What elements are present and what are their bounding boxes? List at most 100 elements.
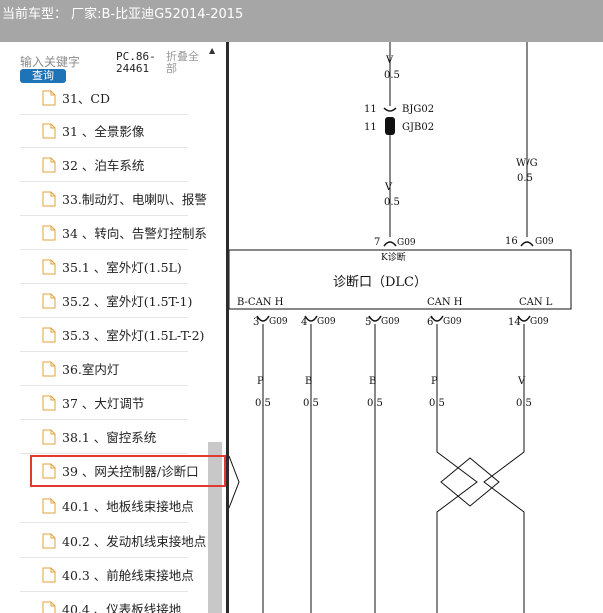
tree-item-label: 39 、网关控制器/诊断口: [62, 464, 199, 479]
wire-gauge: 0.5: [367, 398, 383, 409]
document-icon: [42, 567, 56, 582]
tree-item[interactable]: 38.1 、窗控系统: [20, 420, 188, 454]
pin7-conn: G09: [397, 238, 416, 248]
document-icon: [42, 429, 56, 444]
wire-color: V: [517, 376, 526, 387]
pin-conn: G09: [269, 317, 288, 327]
wire-gauge: 0.5: [429, 398, 445, 409]
wire-color: B: [305, 376, 312, 387]
document-icon: [42, 498, 56, 513]
search-row: 查询 PC.86-24461 折叠全部: [0, 42, 226, 86]
wire-twist-icon: [440, 457, 500, 507]
title-bar: 当前车型： 厂家:B-比亚迪G52014-2015: [0, 0, 603, 42]
wire-mid-left-gauge: 0.5: [384, 197, 400, 208]
wire-cross-can-h: [436, 436, 478, 613]
wire-gauge: 0.5: [255, 398, 271, 409]
sidebar: 查询 PC.86-24461 折叠全部 ▲ 31、CD 31 、全景影像 32 、泊…: [0, 42, 226, 613]
tree-item[interactable]: 39 、网关控制器/诊断口: [30, 455, 226, 487]
tree-item[interactable]: 40.4 、仪表板线接地: [20, 592, 188, 613]
connector-pin-2: 11: [364, 122, 377, 133]
tree-item-label: 31、CD: [62, 91, 110, 106]
tree-item[interactable]: 35.1 、室外灯(1.5L): [20, 250, 188, 284]
wire-color: B: [369, 376, 376, 387]
bcan-h-label: B-CAN H: [237, 297, 284, 308]
tree-item[interactable]: 40.1 、地板线束接地点: [20, 489, 194, 523]
tree-item[interactable]: 31、CD: [20, 81, 188, 115]
tree-item-label: 37 、大灯调节: [62, 396, 145, 411]
wire-mid-right-color: W/G: [516, 158, 538, 169]
tree-item-label: 40.4 、仪表板线接地: [62, 602, 182, 613]
pin-number: 14: [508, 317, 521, 328]
pin-conn: G09: [443, 317, 462, 327]
tree-item-label: 34 、转向、告警灯控制系: [62, 226, 207, 241]
connector-male-icon: [385, 117, 395, 135]
tree-item-label: 33.制动灯、电喇叭、报警: [62, 192, 207, 207]
document-icon: [42, 327, 56, 342]
tree-item[interactable]: 35.2 、室外灯(1.5T-1): [20, 284, 192, 318]
document-icon: [42, 533, 56, 548]
tree-item-label: 38.1 、窗控系统: [62, 430, 157, 445]
collapse-all-link[interactable]: 折叠全部: [166, 51, 206, 75]
tree-item[interactable]: 33.制动灯、电喇叭、报警: [20, 182, 207, 216]
tree-item-label: 40.2 、发动机线束接地点: [62, 534, 207, 549]
dlc-small-label: K诊断: [381, 251, 406, 263]
tree-item[interactable]: 40.2 、发动机线束接地点: [20, 524, 206, 558]
document-icon: [42, 90, 56, 105]
pin16-number: 16: [505, 236, 518, 247]
tree-item[interactable]: 37 、大灯调节: [20, 386, 188, 420]
tree-item-label: 32 、泊车系统: [62, 158, 145, 173]
tree-item[interactable]: 32 、泊车系统: [20, 148, 188, 182]
wire-cross-can-l: [483, 436, 525, 613]
tree-item[interactable]: 34 、转向、告警灯控制系: [20, 216, 207, 250]
tree-item-label: 35.3 、室外灯(1.5L-T-2): [62, 328, 205, 343]
wire-top-color: V: [385, 55, 394, 66]
pin-conn: G09: [381, 317, 400, 327]
tree-item[interactable]: 35.3 、室外灯(1.5L-T-2): [20, 318, 204, 352]
wire-color: P: [257, 376, 264, 387]
connector-name-1: BJG02: [402, 104, 434, 115]
connector-pin: 11: [364, 104, 377, 115]
pin-conn: G09: [317, 317, 336, 327]
pc-code: PC.86-24461: [116, 50, 156, 75]
tree-item-label: 40.3 、前舱线束接地点: [62, 568, 194, 583]
document-icon: [42, 123, 56, 138]
document-icon: [42, 293, 56, 308]
wiring-diagram: V 0.5 11 11 BJG02 GJB02 V 0.5 W/G 0.5 7 …: [229, 42, 603, 613]
tree-item[interactable]: 36.室内灯: [20, 352, 188, 386]
tree-item-label: 31 、全景影像: [62, 124, 145, 139]
document-icon: [42, 191, 56, 206]
wire-mid-right-gauge: 0.5: [517, 173, 533, 184]
connector-female-icon: [383, 107, 397, 112]
pin16-conn: G09: [535, 237, 554, 247]
pin16-socket-icon: [520, 241, 534, 247]
tree-item[interactable]: 40.3 、前舱线束接地点: [20, 558, 194, 592]
pin-conn: G09: [530, 317, 549, 327]
tree-item-label: 40.1 、地板线束接地点: [62, 499, 194, 514]
window-title: 当前车型： 厂家:B-比亚迪G52014-2015: [2, 7, 244, 22]
tree-item[interactable]: 31 、全景影像: [20, 114, 188, 148]
tree-item-label: 36.室内灯: [62, 362, 120, 377]
tree-item-label: 35.1 、室外灯(1.5L): [62, 260, 182, 275]
wire-mid-left-color: V: [384, 182, 393, 193]
wire-gauge: 0.5: [516, 398, 532, 409]
wire-top-gauge: 0.5: [384, 70, 400, 81]
wire-color: P: [431, 376, 438, 387]
tree-item-label: 35.2 、室外灯(1.5T-1): [62, 294, 193, 309]
pin7-socket-icon: [383, 241, 397, 247]
bottom-pins: 3 G09P0.54 G09B0.55 G09B0.56 G09P0.514 G09V0.…: [253, 315, 549, 613]
document-icon: [42, 157, 56, 172]
wire-gauge: 0.5: [303, 398, 319, 409]
wire-cross-left: [229, 455, 240, 509]
document-icon: [42, 395, 56, 410]
document-icon: [42, 463, 56, 478]
document-icon: [42, 361, 56, 376]
document-icon: [42, 225, 56, 240]
can-h-label: CAN H: [427, 297, 463, 308]
document-icon: [42, 601, 56, 613]
dlc-label: 诊断口（DLC）: [333, 275, 427, 290]
document-icon: [42, 259, 56, 274]
can-l-label: CAN L: [519, 297, 553, 308]
connector-name-2: GJB02: [402, 122, 434, 133]
scroll-up-icon[interactable]: ▲: [209, 46, 215, 55]
wiring-diagram-svg: V 0.5 11 11 BJG02 GJB02 V 0.5 W/G 0.5 7 …: [229, 42, 572, 613]
